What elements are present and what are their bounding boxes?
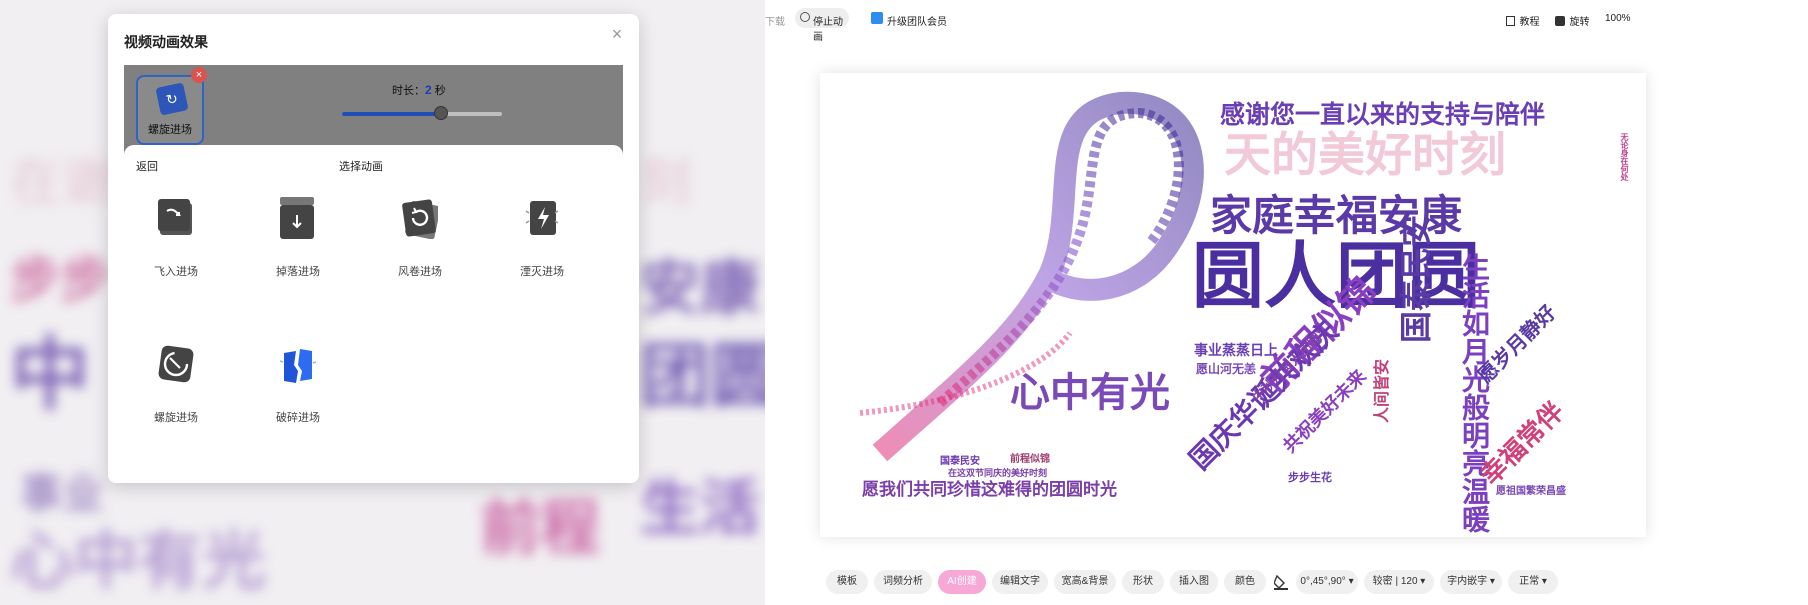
top-toolbar: 下载 停止动画 升级团队会员 教程 旋转 100%: [765, 0, 1808, 43]
rotate-icon: [1555, 15, 1565, 26]
stop-icon: [800, 12, 810, 22]
word: 愿我们共同珍惜这难得的团圆时光: [862, 480, 1117, 499]
color-button[interactable]: 颜色: [1224, 570, 1266, 594]
duration-slider-handle[interactable]: [434, 106, 449, 120]
word: 国泰民安: [940, 456, 980, 467]
bg-decor: 生活: [640, 475, 760, 542]
close-icon[interactable]: ×: [607, 24, 627, 44]
angle-value: 0°,45°,90°: [1300, 576, 1346, 587]
embed-text-select[interactable]: 字内嵌字 ▾: [1440, 570, 1502, 594]
fill-bucket-icon[interactable]: [1273, 574, 1288, 590]
animation-label: 风卷进场: [398, 266, 442, 278]
template-button[interactable]: 模板: [826, 570, 868, 594]
bg-decor: 中: [10, 330, 90, 419]
bg-decor: 刻: [640, 154, 693, 212]
animation-option-drop[interactable]: 掉落进场: [258, 187, 338, 297]
animation-option-whirl[interactable]: 风卷进场: [380, 187, 460, 297]
stop-animation-button[interactable]: 停止动画: [795, 8, 849, 43]
upgrade-label: 升级团队会员: [887, 17, 947, 28]
remove-animation-button[interactable]: ×: [191, 67, 207, 83]
stop-animation-label: 停止动画: [813, 17, 843, 43]
whirl-icon: [402, 199, 438, 239]
rotate-label: 旋转: [1569, 17, 1590, 28]
word: 无论身在何处: [1620, 133, 1629, 181]
bg-decor: 安康: [640, 255, 760, 322]
bg-decor: 心中有光: [10, 525, 266, 597]
duration-slider-fill: [342, 112, 442, 116]
shape-button[interactable]: 形状: [1122, 570, 1164, 594]
bg-decor: 在谢: [10, 154, 115, 212]
spiral-icon: ↻: [155, 82, 189, 116]
animation-option-annihilate[interactable]: 湮灭进场: [502, 187, 582, 297]
chevron-down-icon: ▾: [1489, 576, 1495, 587]
annihilate-icon: [525, 201, 559, 235]
word: 前程似锦: [1010, 454, 1050, 465]
back-link[interactable]: 返回: [136, 158, 158, 174]
animation-label: 飞入进场: [154, 266, 198, 278]
drop-icon: [280, 197, 314, 239]
bg-decor: 步步: [10, 252, 110, 308]
chevron-down-icon: ▾: [1541, 576, 1547, 587]
dialog-title: 视频动画效果: [124, 34, 208, 50]
word: 事业蒸蒸日上: [1194, 342, 1278, 358]
animation-label: 湮灭进场: [520, 266, 564, 278]
animation-label: 掉落进场: [276, 266, 320, 278]
embed-text-value: 字内嵌字: [1447, 576, 1488, 587]
word-frequency-button[interactable]: 词频分析: [874, 570, 932, 594]
shatter-icon: [280, 349, 316, 383]
animation-option-shatter[interactable]: 破碎进场: [258, 333, 338, 443]
tutorial-label: 教程: [1519, 17, 1540, 28]
download-button[interactable]: 下载: [765, 13, 785, 28]
rotate-button[interactable]: 旋转: [1555, 12, 1589, 30]
bg-decor: 团圆: [640, 337, 765, 415]
word: 在这双节同庆的美好时刻: [948, 468, 1048, 478]
word: 天的美好时刻: [1224, 128, 1506, 181]
wordcloud-canvas[interactable]: 感谢您一直以来的支持与陪伴 天的美好时刻 家庭幸福安康 圆人团圆 生活如月光般明…: [820, 73, 1646, 537]
duration-slider[interactable]: [342, 106, 502, 120]
insert-image-button[interactable]: 插入图: [1170, 570, 1218, 594]
word: 愿祖国繁荣昌盛: [1496, 486, 1566, 497]
angle-select[interactable]: 0°,45°,90° ▾: [1296, 570, 1358, 594]
size-background-button[interactable]: 宽高&背景: [1054, 570, 1116, 594]
chevron-down-icon: ▾: [1348, 576, 1354, 587]
style-value: 正常: [1519, 576, 1540, 587]
ai-create-button[interactable]: AI创建: [938, 570, 986, 594]
word: 国泰民安: [1398, 214, 1434, 343]
edit-text-button[interactable]: 编辑文字: [992, 570, 1048, 594]
animation-option-fly-in[interactable]: 飞入进场: [136, 187, 216, 297]
word: 感谢您一直以来的支持与陪伴: [1220, 101, 1546, 129]
word: 人间皆安: [1374, 358, 1391, 423]
animation-picker-sheet: 返回 选择动画 飞入进场 掉落进场 风卷进场 湮灭进场 螺旋进场 破碎进场: [124, 145, 623, 483]
style-select[interactable]: 正常 ▾: [1508, 570, 1558, 594]
word: 步步生花: [1288, 472, 1332, 484]
zoom-level[interactable]: 100%: [1605, 13, 1631, 24]
animation-label: 破碎进场: [276, 412, 320, 424]
animation-label: 螺旋进场: [154, 412, 198, 424]
choose-animation-heading: 选择动画: [339, 161, 383, 173]
word: 心中有光: [1010, 371, 1170, 415]
duration-unit: 秒: [434, 85, 446, 97]
video-animation-dialog: 视频动画效果 × ↻ 螺旋进场 × 时长：2 秒 返回 选择动画 飞入进场 掉落…: [108, 14, 639, 483]
bg-decor: 前程: [480, 495, 600, 562]
selected-animation-thumb[interactable]: ↻ 螺旋进场: [136, 75, 204, 145]
fly-in-icon: [158, 199, 192, 235]
duration-readout: 时长：2 秒: [392, 82, 446, 98]
word: 愿山河无恙: [1196, 362, 1257, 376]
book-icon: [1506, 15, 1515, 26]
selected-animation-label: 螺旋进场: [148, 124, 192, 136]
animation-option-spiral[interactable]: 螺旋进场: [136, 333, 216, 443]
duration-label: 时长：: [392, 85, 425, 97]
crown-icon: [871, 12, 883, 24]
chevron-down-icon: ▾: [1420, 576, 1426, 587]
duration-value: 2: [425, 83, 432, 97]
density-value: 较密 | 120: [1372, 576, 1418, 587]
word: 生活如月光般明亮温暖: [1459, 253, 1490, 533]
density-select[interactable]: 较密 | 120 ▾: [1364, 570, 1434, 594]
tutorial-button[interactable]: 教程: [1506, 12, 1539, 30]
spiral-icon: [158, 345, 194, 383]
